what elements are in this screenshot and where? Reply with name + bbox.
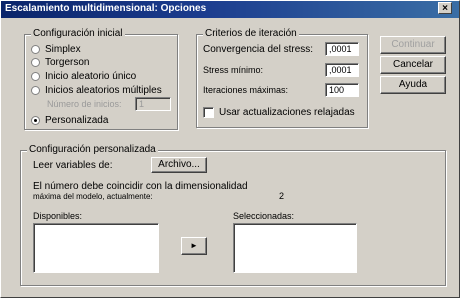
radio-simplex-label: Simplex (45, 44, 81, 55)
read-vars-label: Leer variables de: (33, 160, 113, 171)
max-iterations-field[interactable]: 100 (325, 83, 359, 97)
radio-torgerson[interactable]: Torgerson (31, 57, 89, 68)
radio-simplex[interactable]: Simplex (31, 44, 81, 55)
close-icon: × (442, 3, 448, 14)
n-starts-field[interactable]: 1 (135, 97, 171, 111)
custom-config-label: Configuración personalizada (27, 144, 158, 155)
dimensionality-note: El número debe coincidir con la dimensio… (33, 181, 248, 192)
max-iterations-value: 100 (329, 85, 345, 95)
selected-listbox[interactable] (233, 223, 357, 273)
radio-button[interactable] (31, 86, 40, 95)
radio-button[interactable] (31, 72, 40, 81)
radio-single-random-start-label: Inicio aleatorio único (45, 71, 137, 82)
min-stress-value: ,0001 (329, 65, 352, 75)
close-button[interactable]: × (438, 2, 452, 14)
available-listbox[interactable] (33, 223, 159, 273)
relaxed-updates-label: Usar actualizaciones relajadas (219, 107, 355, 118)
dimensionality-note-2: máxima del modelo, actualmente: (33, 192, 153, 201)
dimensionality-value: 2 (279, 191, 285, 201)
help-button[interactable]: Ayuda (380, 76, 446, 94)
n-starts-value: 1 (139, 99, 145, 109)
title-bar: Escalamiento multidimensional: Opciones … (0, 0, 460, 18)
n-starts-label: Número de inicios: (47, 99, 122, 109)
max-iterations-label: Iteraciones máximas: (203, 85, 289, 95)
file-button[interactable]: Archivo... (151, 157, 207, 173)
continue-button[interactable]: Continuar (380, 36, 446, 54)
radio-custom-label: Personalizada (45, 115, 109, 126)
move-right-icon: ► (190, 241, 198, 250)
window-title: Escalamiento multidimensional: Opciones (5, 3, 207, 14)
initial-config-label: Configuración inicial (31, 28, 125, 39)
stress-convergence-label: Convergencia del stress: (203, 44, 314, 55)
radio-multiple-random-starts[interactable]: Inicios aleatorios múltiples (31, 85, 162, 96)
selected-label: Seleccionadas: (233, 211, 295, 221)
move-right-button[interactable]: ► (181, 237, 207, 255)
relaxed-updates-checkbox[interactable] (203, 107, 214, 118)
cancel-button[interactable]: Cancelar (380, 56, 446, 74)
available-label: Disponibles: (33, 211, 83, 221)
iteration-criteria-group: Criterios de iteración Convergencia del … (196, 28, 368, 128)
radio-custom[interactable]: Personalizada (31, 115, 108, 126)
iteration-criteria-label: Criterios de iteración (203, 28, 299, 39)
radio-multiple-random-starts-label: Inicios aleatorios múltiples (45, 85, 162, 96)
radio-button[interactable] (31, 45, 40, 54)
radio-torgerson-label: Torgerson (45, 57, 90, 68)
initial-config-group: Configuración inicial Simplex Torgerson … (24, 28, 178, 130)
custom-config-group: Configuración personalizada Leer variabl… (20, 144, 446, 286)
radio-single-random-start[interactable]: Inicio aleatorio único (31, 71, 136, 82)
radio-button[interactable] (31, 116, 40, 125)
min-stress-field[interactable]: ,0001 (325, 63, 359, 77)
radio-button[interactable] (31, 58, 40, 67)
stress-convergence-value: ,0001 (329, 44, 352, 54)
min-stress-label: Stress mínimo: (203, 65, 264, 75)
stress-convergence-field[interactable]: ,0001 (325, 42, 359, 56)
